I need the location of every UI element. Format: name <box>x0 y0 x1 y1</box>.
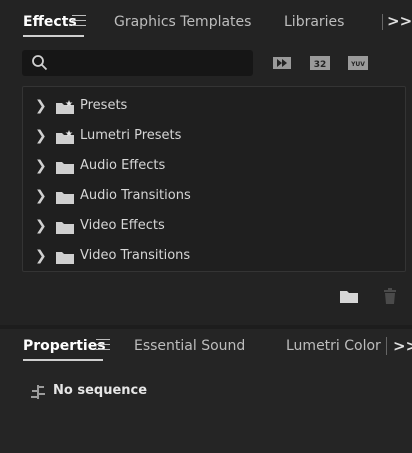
folder-icon <box>56 222 74 234</box>
tree-item-presets[interactable]: ❯ Presets <box>23 94 405 118</box>
effects-tree: ❯ Presets ❯ Lumetri Presets ❯ Audio Effe… <box>22 86 406 272</box>
yuv-icon[interactable]: YUV <box>348 55 368 71</box>
active-tab-underline <box>23 359 103 361</box>
trash-icon[interactable] <box>380 288 400 304</box>
tab-overflow-icon[interactable]: >> <box>387 12 412 30</box>
folder-icon <box>56 162 74 174</box>
tab-separator <box>382 14 383 30</box>
disclosure-arrow-icon[interactable]: ❯ <box>35 218 47 234</box>
tree-item-audio-effects[interactable]: ❯ Audio Effects <box>23 154 405 178</box>
tab-overflow-icon[interactable]: >> <box>393 337 412 355</box>
search-input[interactable] <box>56 53 250 75</box>
sequence-properties-icon <box>31 385 45 399</box>
effects-panel: Effects Graphics Templates Libraries >> … <box>0 0 412 325</box>
tab-graphics-templates[interactable]: Graphics Templates <box>114 14 251 30</box>
tree-item-label: Lumetri Presets <box>80 128 182 143</box>
disclosure-arrow-icon[interactable]: ❯ <box>35 98 47 114</box>
panel-menu-icon[interactable] <box>72 15 86 27</box>
folder-icon <box>56 192 74 204</box>
new-bin-icon[interactable] <box>339 288 359 304</box>
tree-item-label: Audio Transitions <box>80 188 191 203</box>
tab-essential-sound[interactable]: Essential Sound <box>134 338 245 354</box>
yuv-label: YUV <box>350 61 365 68</box>
tree-item-label: Video Transitions <box>80 248 191 263</box>
tree-item-label: Presets <box>80 98 128 113</box>
active-tab-underline <box>23 35 84 37</box>
tab-effects[interactable]: Effects <box>23 14 77 30</box>
status-text: No sequence <box>53 383 148 398</box>
tree-item-label: Audio Effects <box>80 158 166 173</box>
tab-lumetri-color[interactable]: Lumetri Color <box>286 338 381 354</box>
tree-item-video-effects[interactable]: ❯ Video Effects <box>23 214 405 238</box>
tree-item-lumetri-presets[interactable]: ❯ Lumetri Presets <box>23 124 405 148</box>
disclosure-arrow-icon[interactable]: ❯ <box>35 158 47 174</box>
search-field[interactable] <box>22 50 253 76</box>
preset-folder-icon <box>56 130 74 144</box>
accelerated-effects-icon[interactable] <box>272 55 292 71</box>
disclosure-arrow-icon[interactable]: ❯ <box>35 188 47 204</box>
tab-separator <box>386 337 387 355</box>
disclosure-arrow-icon[interactable]: ❯ <box>35 128 47 144</box>
disclosure-arrow-icon[interactable]: ❯ <box>35 248 47 264</box>
32-bit-label: 32 <box>314 60 327 70</box>
effects-tab-bar: Effects Graphics Templates Libraries >> <box>0 0 412 44</box>
tree-item-label: Video Effects <box>80 218 165 233</box>
32-bit-icon[interactable]: 32 <box>310 55 330 71</box>
properties-tab-bar: Properties Essential Sound Lumetri Color… <box>0 329 412 373</box>
panel-menu-icon[interactable] <box>96 339 110 351</box>
tree-item-audio-transitions[interactable]: ❯ Audio Transitions <box>23 184 405 208</box>
folder-icon <box>56 252 74 264</box>
tab-libraries[interactable]: Libraries <box>284 14 344 30</box>
tab-properties[interactable]: Properties <box>23 338 106 354</box>
tree-item-video-transitions[interactable]: ❯ Video Transitions <box>23 244 405 268</box>
search-icon <box>32 55 48 71</box>
preset-folder-icon <box>56 100 74 114</box>
